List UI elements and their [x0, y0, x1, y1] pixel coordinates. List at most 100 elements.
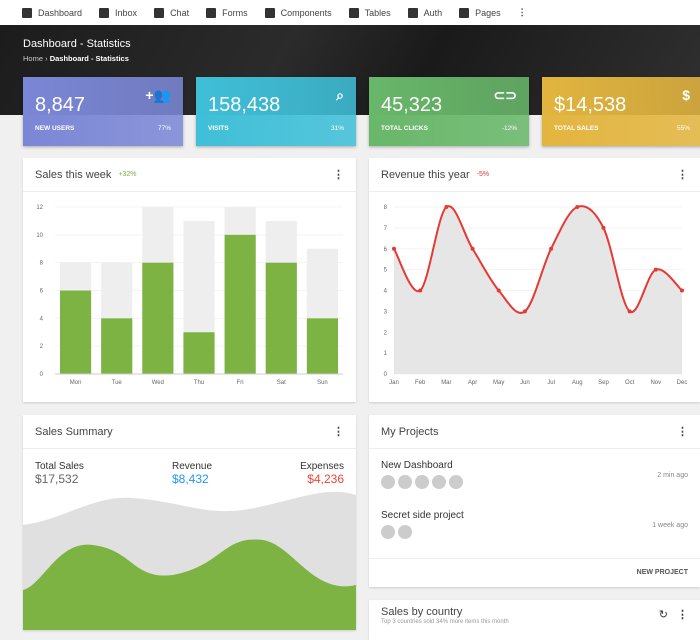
data-point — [575, 205, 580, 209]
data-point — [601, 225, 606, 230]
card-title: Sales this week — [35, 168, 112, 181]
x-tick-label: Mon — [70, 380, 82, 386]
revenue-chart: 0 1 2 3 4 5 6 7 8 Jan Feb Mar Apr May Jun Jul Aug Sep Oct N… — [384, 205, 688, 386]
sales-summary-card: Sales Summary ⋮ Total Sales $17,532 Revenu… — [23, 415, 356, 630]
x-tick-label: Sat — [277, 380, 286, 386]
x-tick-label: Thu — [194, 380, 204, 386]
x-tick-label: Wed — [152, 380, 164, 386]
account-icon — [407, 7, 418, 18]
more-vert-icon[interactable]: ⋮ — [333, 168, 344, 181]
search-icon: ⌕ — [336, 87, 344, 103]
dashboard-icon — [22, 7, 32, 18]
data-point — [549, 246, 554, 251]
card-title: Sales Summary — [35, 425, 113, 438]
x-tick-label: Nov — [650, 380, 661, 386]
more-vert-icon[interactable]: ⋮ — [333, 425, 344, 438]
group-add-icon: +👥 — [145, 87, 171, 103]
nav-pages[interactable]: Pages — [459, 7, 501, 18]
y-tick-label: 1 — [384, 351, 388, 357]
nav-components[interactable]: Components — [264, 7, 332, 18]
country-card: Sales by country Top 3 countries sold 34… — [369, 600, 700, 640]
data-point — [444, 205, 449, 209]
list-icon — [348, 7, 359, 18]
project-time: 1 week ago — [652, 522, 688, 529]
project-item[interactable]: Secret side project 1 week ago — [369, 510, 700, 560]
new-project-button[interactable]: NEW PROJECT — [369, 558, 700, 587]
bar — [183, 332, 215, 374]
stat-value: 8,847 — [35, 94, 86, 116]
x-tick-label: Feb — [415, 380, 426, 386]
bar — [101, 318, 133, 374]
nav-auth[interactable]: Auth — [407, 7, 442, 18]
project-name: Secret side project — [381, 510, 464, 521]
stat-change: 55% — [676, 125, 690, 132]
y-tick-label: 6 — [40, 289, 44, 295]
data-point — [522, 309, 527, 314]
stat-change: 31% — [330, 125, 344, 132]
stat-label: NEW USERS — [35, 125, 75, 132]
bar — [60, 290, 92, 374]
stat-label: TOTAL SALES — [554, 125, 599, 132]
x-tick-label: Dec — [677, 380, 688, 386]
revenue-card: Revenue this year -5% ⋮ 0 1 2 3 4 5 6 7 8 Jan Feb Mar… — [369, 158, 700, 402]
stat-card-visits: ⌕ 158,438 VISITS 31% — [196, 77, 356, 146]
avatar — [398, 475, 412, 489]
data-point — [496, 288, 501, 293]
refresh-icon[interactable]: ↻ — [659, 608, 668, 621]
link-icon: ⊂⊃ — [493, 87, 517, 103]
x-tick-label: Jan — [389, 380, 399, 386]
avatar — [398, 525, 412, 539]
y-tick-label: 6 — [384, 247, 388, 253]
projects-card: My Projects ⋮ New Dashboard 2 min ago Secre… — [369, 415, 700, 587]
card-title: Revenue this year — [381, 168, 470, 181]
data-point — [653, 267, 658, 272]
avatar — [381, 475, 395, 489]
card-title: My Projects — [381, 425, 439, 438]
layers-icon — [264, 7, 275, 18]
bar — [306, 318, 338, 374]
x-tick-label: Jul — [547, 380, 555, 386]
stat-value: $14,538 — [554, 94, 627, 116]
stat-card-total-sales: $ $14,538 TOTAL SALES 55% — [542, 77, 700, 146]
avatar — [415, 475, 429, 489]
mail-icon — [99, 7, 110, 18]
project-item[interactable]: New Dashboard 2 min ago — [369, 460, 700, 510]
x-tick-label: Tue — [112, 380, 123, 386]
sales-week-card: Sales this week +32% ⋮ 0 2 4 6 8 10 12 Mon Tue Wed T… — [23, 158, 356, 402]
x-tick-label: Apr — [468, 380, 477, 386]
nav-dashboard[interactable]: Dashboard — [22, 7, 82, 18]
bar — [142, 262, 174, 374]
data-point — [680, 288, 684, 293]
nav-tables[interactable]: Tables — [348, 7, 391, 18]
summary-wave-chart — [23, 491, 356, 630]
x-tick-label: May — [493, 380, 504, 386]
y-tick-label: 12 — [36, 205, 43, 211]
breadcrumb-home[interactable]: Home — [23, 54, 43, 63]
y-tick-label: 8 — [40, 261, 44, 267]
more-vert-icon[interactable]: ⋮ — [677, 425, 688, 438]
bar — [265, 262, 297, 374]
x-tick-label: Aug — [572, 380, 583, 386]
nav-chat[interactable]: Chat — [154, 7, 189, 18]
stat-change: -12% — [501, 125, 517, 132]
more-vert-icon[interactable]: ⋮ — [677, 168, 688, 181]
x-tick-label: Jun — [520, 380, 530, 386]
nav-forms[interactable]: Forms — [206, 7, 248, 18]
avatar — [449, 475, 463, 489]
y-tick-label: 3 — [384, 309, 388, 315]
clipboard-icon — [206, 7, 217, 18]
y-tick-label: 7 — [384, 226, 388, 232]
card-subtitle: Top 3 countries sold 34% more items this… — [381, 619, 509, 625]
project-name: New Dashboard — [381, 460, 453, 471]
nav-inbox[interactable]: Inbox — [99, 7, 137, 18]
avatar — [432, 475, 446, 489]
more-vert-icon[interactable]: ⋮ — [677, 608, 688, 621]
more-vert-icon[interactable]: ⋮ — [518, 7, 527, 18]
chat-icon — [154, 7, 165, 18]
project-time: 2 min ago — [657, 472, 688, 479]
page-title: Dashboard - Statistics — [23, 38, 131, 50]
top-nav: Dashboard Inbox Chat Forms Components Tables A… — [0, 0, 700, 25]
stat-value: 158,438 — [208, 94, 281, 116]
y-tick-label: 10 — [36, 233, 43, 239]
y-tick-label: 8 — [384, 205, 388, 211]
